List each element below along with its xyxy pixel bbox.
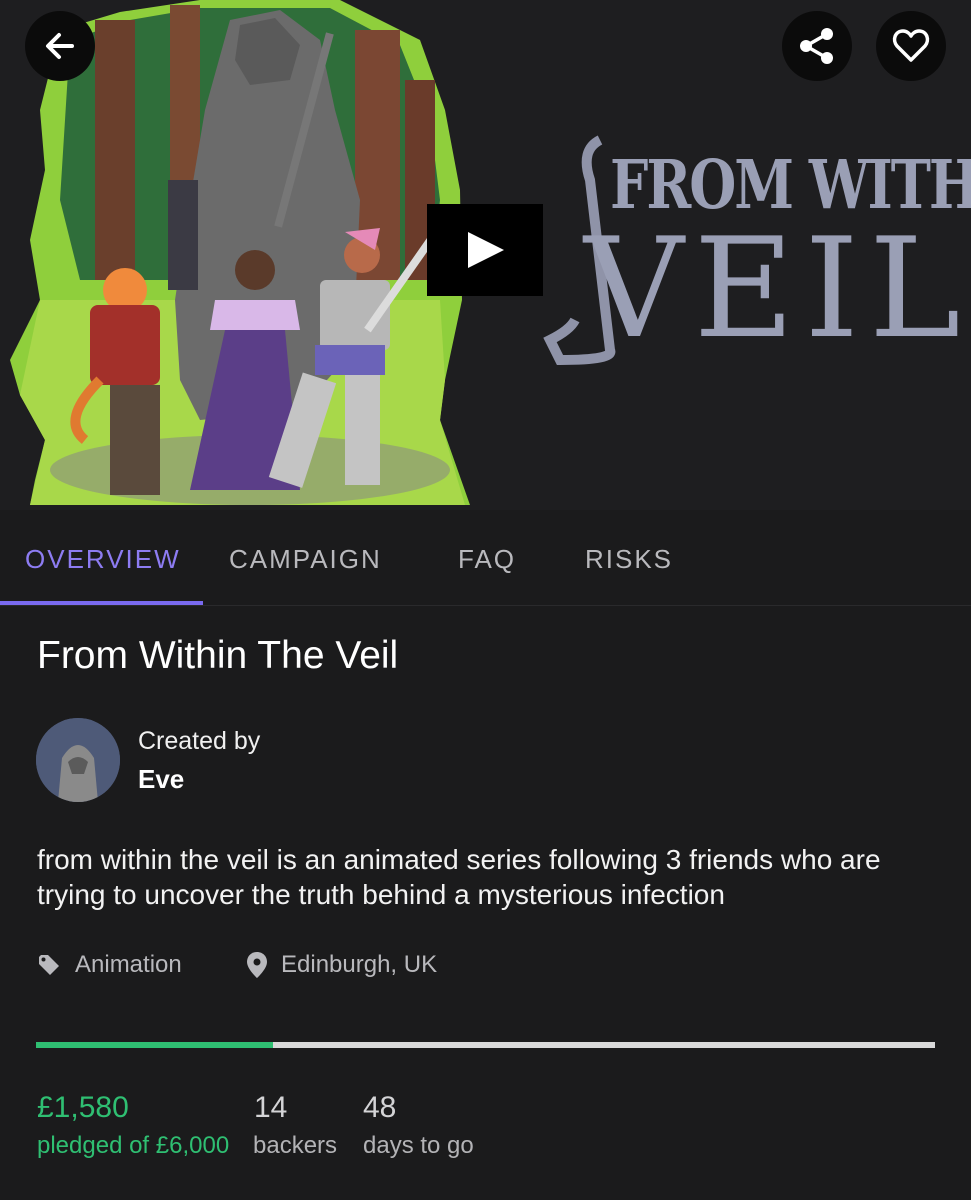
pledged-amount: £1,580 [37, 1091, 129, 1124]
tag-icon [37, 953, 61, 977]
tab-faq[interactable]: FAQ [458, 544, 516, 575]
arrow-left-icon [46, 33, 74, 59]
funding-progress-bar [36, 1042, 935, 1048]
location-label: Edinburgh, UK [281, 951, 438, 978]
favorite-button[interactable] [876, 11, 946, 81]
creator-avatar[interactable] [36, 718, 120, 802]
category-label: Animation [75, 951, 182, 978]
backers-count: 14 [254, 1091, 288, 1124]
creator-name[interactable]: Eve [138, 764, 184, 795]
location-pin-icon [247, 952, 267, 978]
funding-progress-fill [36, 1042, 273, 1048]
days-label: days to go [363, 1132, 474, 1159]
avatar-image [36, 718, 120, 802]
tab-bar: OVERVIEW CAMPAIGN FAQ RISKS [0, 510, 971, 606]
tab-overview[interactable]: OVERVIEW [25, 544, 181, 575]
project-description: from within the veil is an animated seri… [37, 844, 881, 910]
hero-banner: FROM WITHIN THE VEIL [0, 0, 971, 510]
play-icon [468, 232, 504, 268]
back-button[interactable] [25, 11, 95, 81]
backers-label: backers [253, 1132, 338, 1159]
location-tag[interactable]: Edinburgh, UK [247, 951, 437, 979]
share-icon [800, 28, 833, 64]
active-tab-indicator [0, 601, 203, 605]
play-video-button[interactable] [427, 204, 543, 296]
tab-campaign[interactable]: CAMPAIGN [229, 544, 382, 575]
project-logo: FROM WITHIN THE VEIL [520, 120, 971, 380]
heart-outline-icon [892, 29, 930, 62]
tab-risks[interactable]: RISKS [585, 544, 673, 575]
created-by-label: Created by [138, 727, 261, 755]
pledged-goal-label: pledged of £6,000 [37, 1132, 230, 1159]
logo-line-2: VEIL [584, 208, 971, 369]
days-remaining: 48 [363, 1091, 397, 1124]
share-button[interactable] [782, 11, 852, 81]
project-title: From Within The Veil [37, 634, 399, 677]
category-tag[interactable]: Animation [37, 951, 182, 979]
